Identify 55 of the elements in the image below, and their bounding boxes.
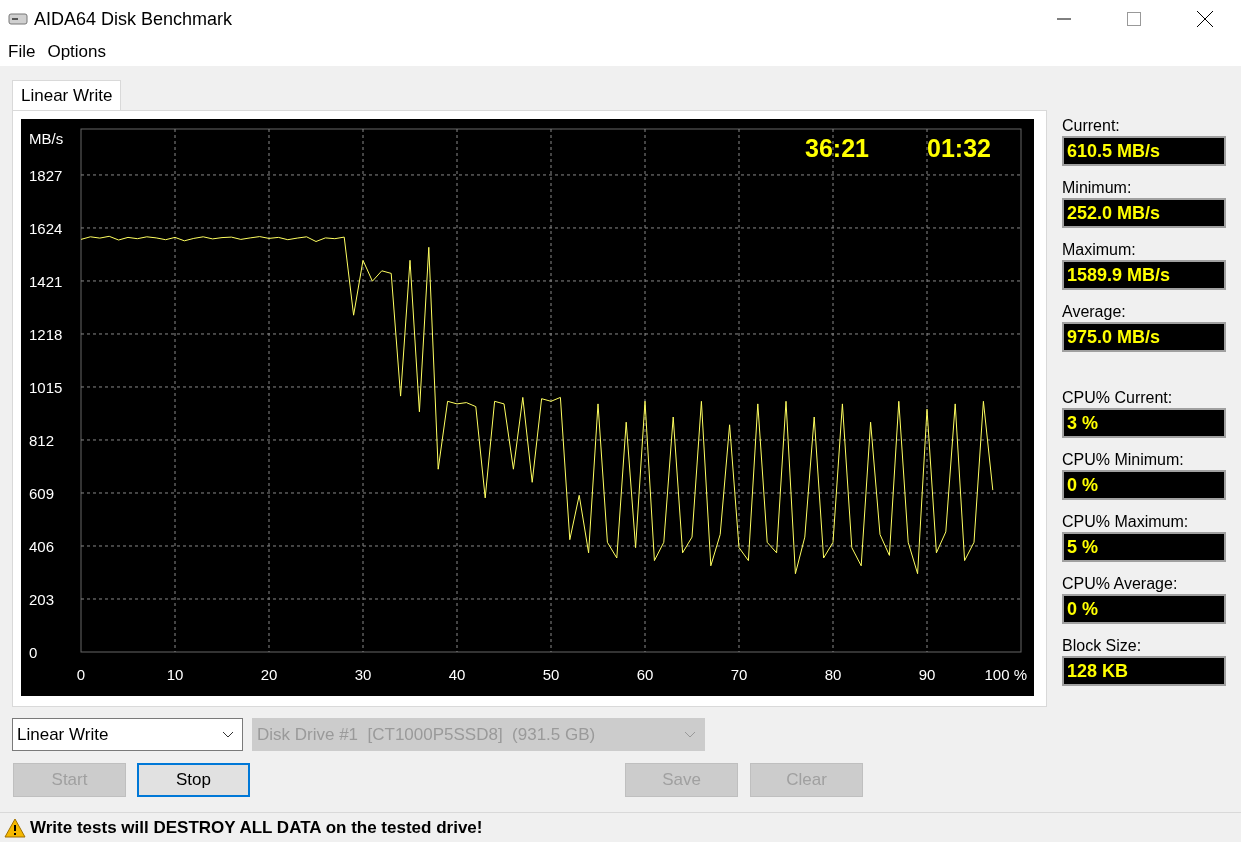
benchmark-button[interactable]: Stop bbox=[137, 763, 250, 797]
stat-label: CPU% Average: bbox=[1062, 574, 1179, 594]
warning-icon bbox=[4, 817, 26, 838]
stat-value: 128 KB bbox=[1062, 656, 1226, 686]
y-axis-label: 609 bbox=[29, 485, 55, 502]
status-message: Write tests will DESTROY ALL DATA on the tested drive! bbox=[30, 816, 483, 839]
x-axis-label: 0 bbox=[76, 666, 86, 683]
x-axis-label: 90 bbox=[918, 666, 936, 683]
y-axis-label: 1218 bbox=[29, 325, 63, 343]
y-axis-label: 203 bbox=[29, 591, 55, 608]
menu-item[interactable]: Options bbox=[47, 39, 106, 65]
close-icon[interactable] bbox=[1197, 11, 1213, 27]
y-axis-label: 0 bbox=[29, 644, 38, 661]
stat-label: CPU% Current: bbox=[1062, 388, 1174, 408]
window-title: AIDA64 Disk Benchmark bbox=[34, 7, 233, 31]
stat-label: Average: bbox=[1062, 302, 1127, 322]
unit-label: MB/s bbox=[29, 130, 64, 147]
y-axis-label: 1827 bbox=[29, 166, 63, 184]
chevron-down-icon bbox=[684, 731, 696, 738]
dropdown[interactable]: Linear Write bbox=[12, 718, 243, 751]
tab[interactable]: Linear Write bbox=[12, 80, 122, 110]
stat-value: 252.0 MB/s bbox=[1062, 198, 1226, 228]
stat-value: 0 % bbox=[1062, 470, 1226, 500]
stat-value: 5 % bbox=[1062, 532, 1226, 562]
drive-icon bbox=[8, 12, 28, 26]
timer-text: 01:32 bbox=[927, 134, 991, 162]
maximize-icon[interactable] bbox=[1127, 12, 1141, 26]
chevron-down-icon bbox=[222, 731, 234, 738]
x-axis-label: 100 % bbox=[984, 666, 1027, 683]
stat-label: Current: bbox=[1062, 116, 1121, 136]
y-axis-label: 812 bbox=[29, 432, 55, 449]
x-axis-label: 80 bbox=[824, 666, 842, 683]
stat-value: 610.5 MB/s bbox=[1062, 136, 1226, 166]
stat-value: 1589.9 MB/s bbox=[1062, 260, 1226, 290]
stat-label: CPU% Minimum: bbox=[1062, 450, 1185, 470]
stat-label: Maximum: bbox=[1062, 240, 1137, 260]
x-axis-label: 70 bbox=[730, 666, 748, 683]
x-axis-label: 60 bbox=[636, 666, 654, 683]
stat-label: Block Size: bbox=[1062, 636, 1143, 656]
x-axis-label: 20 bbox=[260, 666, 278, 683]
stat-value: 3 % bbox=[1062, 408, 1226, 438]
stat-label: Minimum: bbox=[1062, 178, 1133, 198]
y-axis-label: 1421 bbox=[29, 272, 63, 290]
timer-text: 36:21 bbox=[805, 134, 869, 162]
stat-value: 975.0 MB/s bbox=[1062, 322, 1226, 352]
menu-item[interactable]: File bbox=[8, 39, 36, 65]
y-axis-label: 406 bbox=[29, 538, 55, 555]
y-axis-label: 1624 bbox=[29, 219, 63, 237]
x-axis-label: 10 bbox=[166, 666, 184, 683]
y-axis-label: 1015 bbox=[29, 379, 63, 396]
stat-value: 0 % bbox=[1062, 594, 1226, 624]
x-axis-label: 30 bbox=[354, 666, 372, 683]
x-axis-label: 40 bbox=[448, 666, 466, 683]
stat-label: CPU% Maximum: bbox=[1062, 512, 1190, 532]
x-axis-label: 50 bbox=[542, 666, 560, 683]
